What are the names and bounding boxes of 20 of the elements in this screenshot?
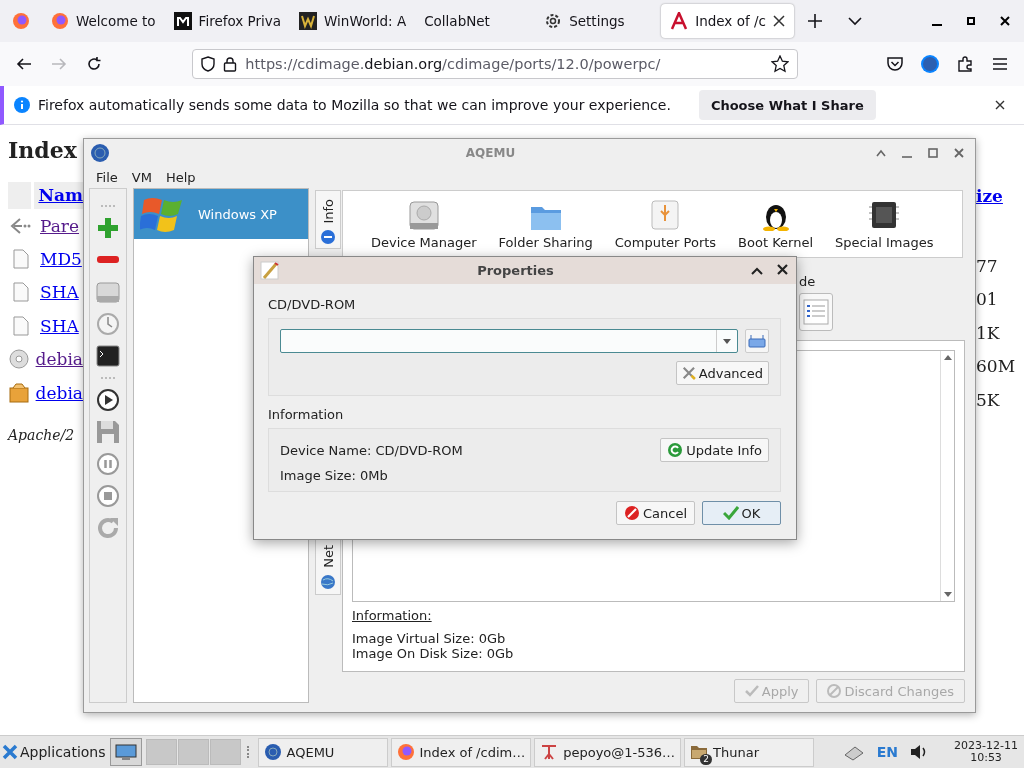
server-signature: Apache/2 bbox=[8, 427, 76, 444]
size-text: 1K bbox=[976, 322, 1000, 343]
info-heading: Information: bbox=[352, 608, 433, 623]
device-name-text: Device Name: CD/DVD-ROM bbox=[280, 442, 463, 458]
size-text: 60M bbox=[976, 356, 1016, 377]
count-badge: 2 bbox=[700, 754, 713, 765]
info-line: Image Virtual Size: 0Gb bbox=[352, 631, 507, 646]
field-label: de bbox=[799, 274, 816, 289]
size-text: 5K bbox=[976, 389, 1000, 410]
size-text: 77 bbox=[976, 256, 998, 277]
section-label: CD/DVD-ROM bbox=[268, 297, 357, 313]
image-size-text: Image Size: 0Mb bbox=[280, 468, 389, 483]
page-heading: Index bbox=[8, 137, 78, 165]
window-title: AQEMU bbox=[464, 145, 517, 160]
dialog-title: Properties bbox=[476, 263, 555, 278]
info-line: Image On Disk Size: 0Gb bbox=[352, 646, 515, 661]
section-label: Information bbox=[268, 407, 345, 423]
url-text: https://cdimage.debian.org/cdimage/ports/12.0/powerpc/ bbox=[245, 56, 662, 72]
size-text: 01 bbox=[976, 289, 998, 310]
notification-text: Firefox automatically sends some data to Mozilla so that we can improve your experience. bbox=[38, 97, 671, 113]
